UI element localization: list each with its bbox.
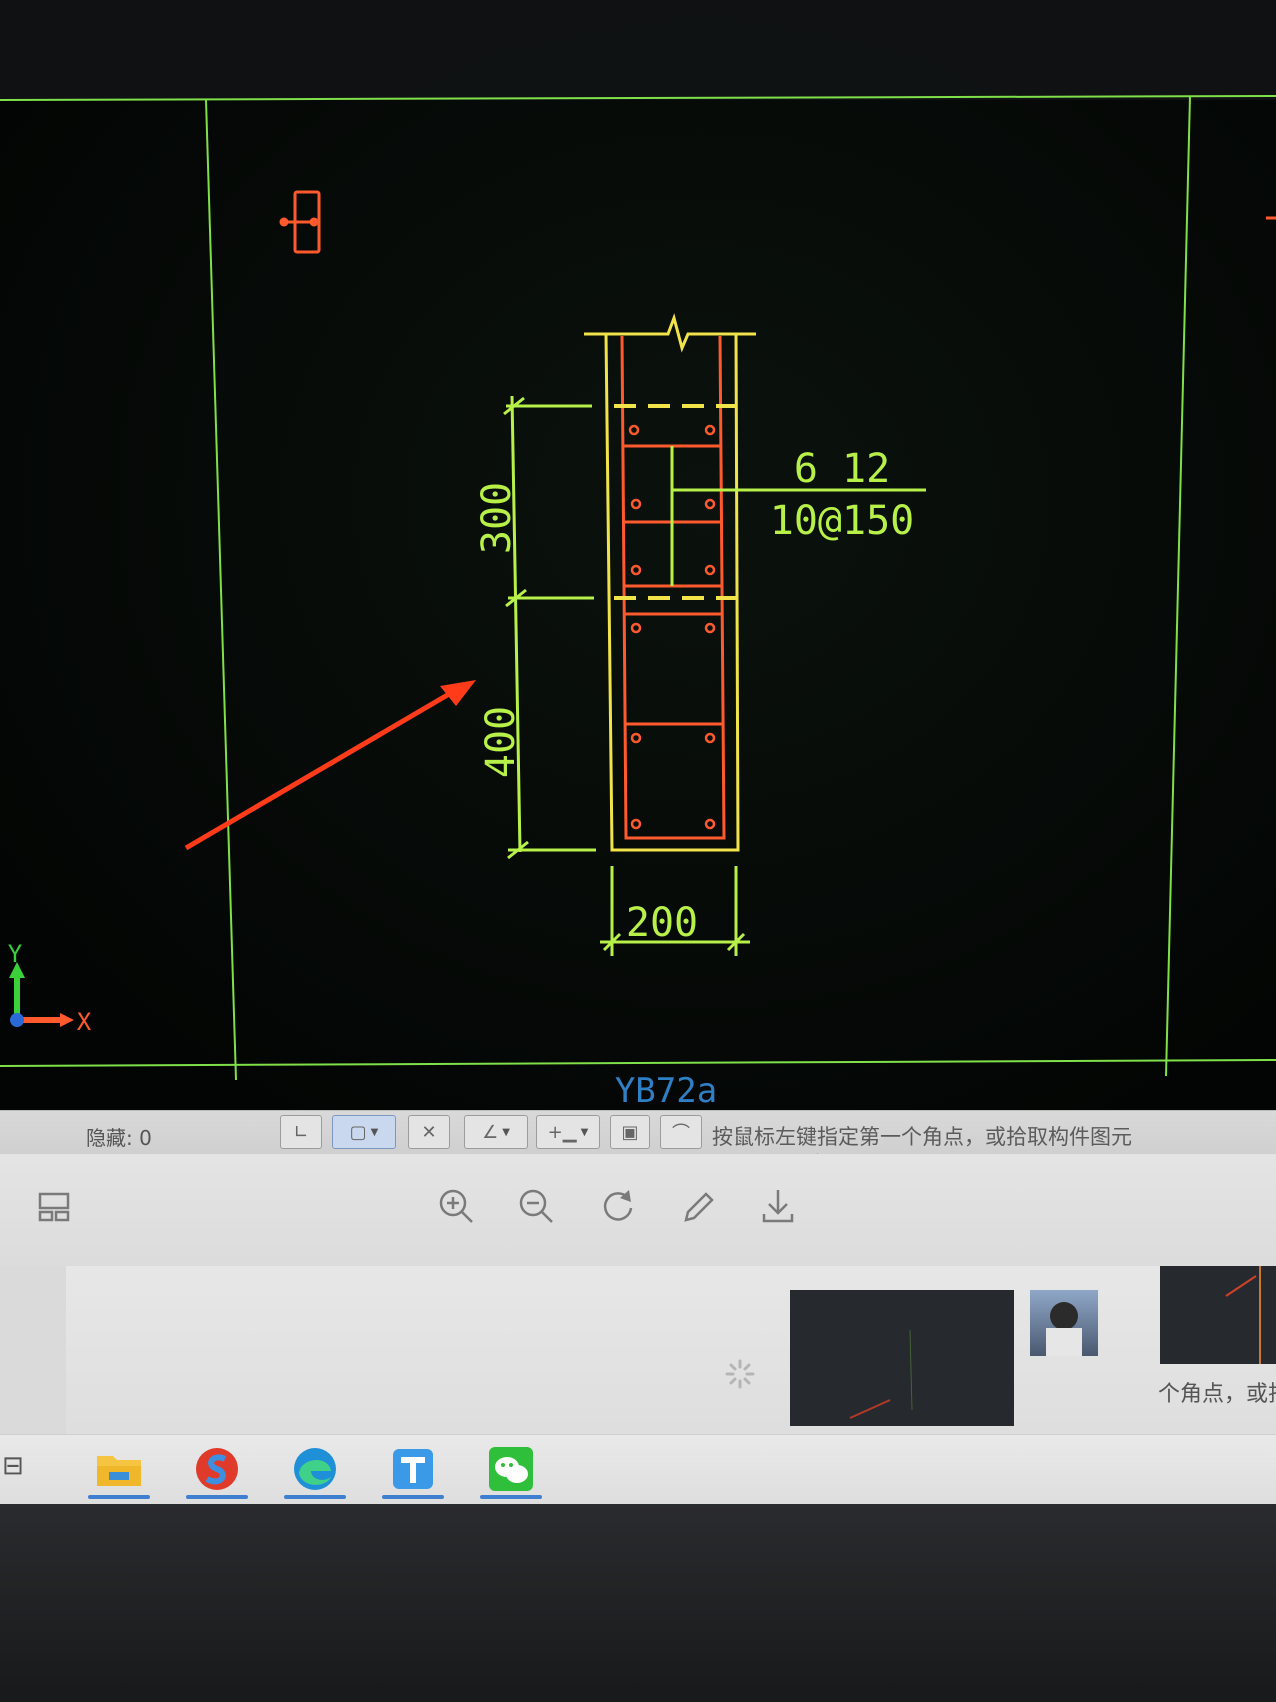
rotate-icon[interactable] xyxy=(596,1184,640,1228)
thumbnail-caption: 个角点，或拾 xyxy=(1158,1382,1276,1407)
zoom-out-icon[interactable] xyxy=(514,1184,558,1228)
ortho-button[interactable]: ∟ xyxy=(280,1115,322,1149)
wechat-icon[interactable] xyxy=(478,1441,544,1499)
file-explorer-underline xyxy=(88,1495,150,1499)
angle-icon: ∠ xyxy=(482,1121,499,1143)
angle-caret-icon: ▼ xyxy=(502,1126,510,1138)
layer-icon: ▣ xyxy=(621,1121,639,1143)
dim-300-label: 300 xyxy=(474,482,520,554)
layer-button[interactable]: ▣ xyxy=(610,1115,650,1149)
monitor-bezel-top xyxy=(0,0,1276,100)
dim-200-label: 200 xyxy=(626,900,698,946)
thumbnail-photo[interactable] xyxy=(1030,1290,1098,1356)
edge-underline xyxy=(284,1495,346,1499)
thumbnail-cad-preview[interactable] xyxy=(790,1290,1014,1426)
side-panel xyxy=(0,1266,66,1434)
wechat-underline xyxy=(480,1495,542,1499)
rebar-label: 6 12 xyxy=(794,446,890,492)
curve-button[interactable]: ⌒ xyxy=(660,1115,702,1149)
axis-y-label: Y xyxy=(8,940,23,968)
stirrup-label: 10@150 xyxy=(770,498,915,544)
loading-spinner-icon xyxy=(725,1359,755,1389)
offset-caret-icon: ▼ xyxy=(580,1126,589,1138)
sogou-icon[interactable] xyxy=(184,1441,250,1499)
ortho-icon: ∟ xyxy=(293,1121,309,1143)
angle-button[interactable]: ∠ ▼ xyxy=(464,1115,528,1149)
file-explorer-icon[interactable] xyxy=(86,1441,152,1499)
bottom-label: YB72a xyxy=(615,1071,717,1110)
sogou-underline xyxy=(186,1495,248,1499)
taskview-icon[interactable]: ⊟ xyxy=(2,1451,24,1481)
zoom-in-icon[interactable] xyxy=(434,1184,478,1228)
typora-icon[interactable] xyxy=(380,1441,446,1499)
offset-button[interactable]: +▁ ▼ xyxy=(536,1115,600,1149)
cross-icon: ✕ xyxy=(421,1121,437,1143)
offset-icon: +▁ xyxy=(547,1121,577,1143)
edge-icon[interactable] xyxy=(282,1441,348,1499)
taskbar: ⊟ xyxy=(0,1434,1276,1505)
edit-icon[interactable] xyxy=(676,1184,720,1228)
typora-underline xyxy=(382,1495,444,1499)
layout-icon[interactable] xyxy=(32,1184,76,1228)
viewer-toolbar xyxy=(0,1154,1276,1267)
screen: 300 400 200 6 12 10@150 YB72a Y X 隐藏: 0 … xyxy=(0,0,1276,1702)
select-box-button[interactable]: ▢ ▼ xyxy=(332,1115,396,1149)
axis-x-label: X xyxy=(77,1008,92,1036)
status-bar: 隐藏: 0 ∟ ▢ ▼ ✕ ∠ ▼ +▁ ▼ ▣ ⌒ 按鼠标左键指定第一个角点，或拾取… xyxy=(0,1110,1276,1183)
download-icon[interactable] xyxy=(756,1184,800,1228)
thumbnail-strip: 36 个角 xyxy=(0,1266,1276,1434)
hidden-count: 隐藏: 0 xyxy=(86,1126,152,1150)
thumbnail-partial[interactable] xyxy=(1160,1266,1276,1364)
curve-icon: ⌒ xyxy=(672,1123,690,1144)
cross-select-button[interactable]: ✕ xyxy=(408,1115,450,1149)
command-prompt: 按鼠标左键指定第一个角点，或拾取构件图元 xyxy=(712,1125,1132,1149)
select-box-caret-icon: ▼ xyxy=(370,1126,379,1138)
monitor-bezel-bottom xyxy=(0,1504,1276,1702)
cad-viewport[interactable]: 300 400 200 6 12 10@150 YB72a Y X xyxy=(0,0,1276,1110)
select-box-icon: ▢ xyxy=(349,1121,367,1143)
dim-400-label: 400 xyxy=(478,706,524,778)
